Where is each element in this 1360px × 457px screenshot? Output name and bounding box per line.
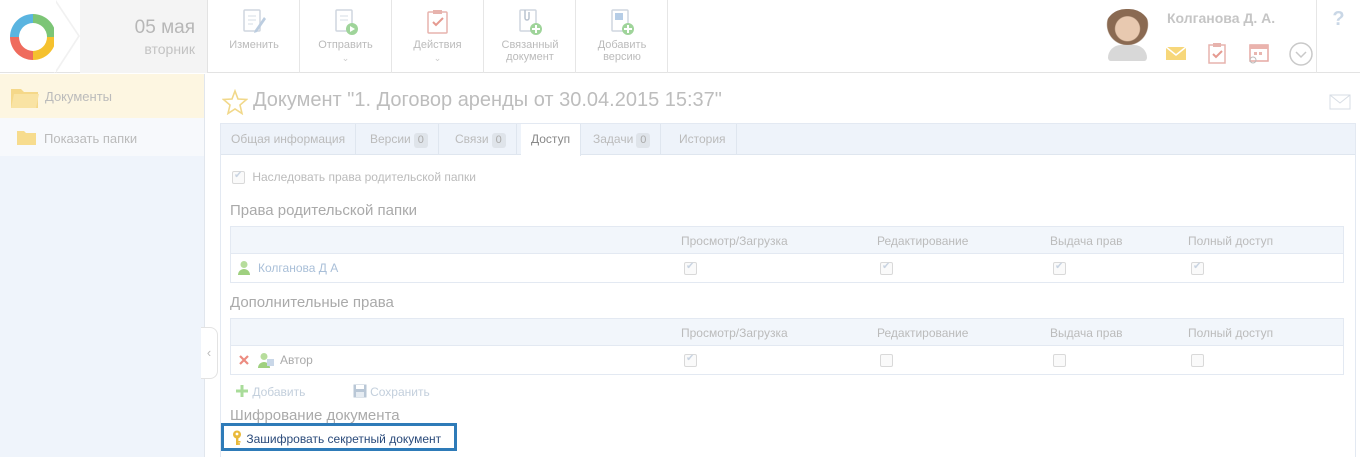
send-document-icon	[333, 8, 359, 36]
date-day: 05 мая	[134, 17, 195, 38]
sidebar-collapse-toggle[interactable]: ‹	[201, 327, 218, 379]
tab-access[interactable]: Доступ	[521, 124, 582, 156]
user-avatar[interactable]	[1104, 9, 1151, 61]
count-badge: 0	[636, 133, 651, 148]
actions-button[interactable]: Действия ⌄	[392, 0, 484, 73]
document-title: Документ "1. Договор аренды от 30.04.201…	[253, 89, 722, 111]
perm-full-checkbox	[1191, 261, 1204, 276]
column-header-full: Полный доступ	[1188, 234, 1274, 248]
column-header-edit: Редактирование	[877, 326, 969, 340]
column-header-edit: Редактирование	[877, 234, 969, 248]
role-name-cell: Автор	[280, 353, 313, 367]
perm-edit-checkbox	[880, 261, 893, 276]
tab-general[interactable]: Общая информация	[221, 124, 357, 155]
delete-icon[interactable]	[239, 355, 249, 365]
table-header: Просмотр/Загрузка Редактирование Выдача …	[231, 227, 1343, 254]
inherit-rights-option[interactable]: Наследовать права родительской папки	[232, 170, 476, 185]
column-header-view: Просмотр/Загрузка	[681, 326, 788, 340]
help-button[interactable]: ?	[1316, 0, 1360, 73]
date-weekday: вторник	[144, 41, 195, 57]
perm-grant-checkbox[interactable]	[1053, 354, 1066, 368]
add-rights-label: Добавить	[252, 385, 306, 399]
edit-button-label: Изменить	[229, 39, 279, 51]
perm-view-checkbox	[684, 261, 697, 276]
extra-rights-title: Дополнительные права	[230, 294, 394, 311]
chevron-down-circle-icon[interactable]	[1289, 42, 1313, 66]
chevron-down-icon: ⌄	[341, 53, 350, 63]
tasks-checklist-icon[interactable]	[1206, 42, 1228, 64]
parent-rights-table: Просмотр/Загрузка Редактирование Выдача …	[230, 226, 1344, 283]
perm-grant-checkbox	[1053, 261, 1066, 276]
chevron-down-icon: ⌄	[433, 53, 442, 63]
date-display: 05 мая вторник	[80, 0, 208, 73]
column-header-view: Просмотр/Загрузка	[681, 234, 788, 248]
column-header-grant: Выдача прав	[1050, 234, 1123, 248]
tab-history[interactable]: История	[669, 124, 737, 155]
sidebar-item-show-folders[interactable]: Показать папки	[0, 118, 204, 156]
tab-versions[interactable]: Версии 0	[360, 124, 439, 155]
sidebar-item-label: Документы	[45, 89, 113, 104]
save-disk-icon	[353, 384, 367, 398]
encrypt-document-label: Зашифровать секретный документ	[246, 432, 442, 446]
key-icon	[233, 430, 241, 445]
edit-document-icon	[241, 8, 267, 36]
count-badge: 0	[491, 133, 506, 148]
add-version-icon	[609, 8, 635, 36]
linked-document-button[interactable]: Связанный документ	[484, 0, 576, 73]
encryption-title: Шифрование документа	[230, 407, 400, 424]
inherit-rights-checkbox[interactable]	[232, 170, 245, 185]
user-group-icon	[258, 353, 274, 368]
inherit-rights-label: Наследовать права родительской папки	[252, 170, 476, 184]
favorite-star-icon[interactable]	[222, 89, 248, 115]
add-rights-button[interactable]: Добавить	[235, 385, 331, 399]
column-header-full: Полный доступ	[1188, 326, 1274, 340]
add-version-label: Добавить версию	[597, 39, 647, 63]
count-badge: 0	[413, 133, 428, 148]
perm-edit-checkbox[interactable]	[880, 354, 893, 368]
actions-checklist-icon	[425, 8, 451, 36]
sidebar-item-documents[interactable]: Документы	[0, 74, 204, 118]
send-mail-icon[interactable]	[1329, 94, 1351, 110]
sidebar: Документы Показать папки	[0, 74, 205, 457]
send-button-label: Отправить	[318, 39, 373, 51]
table-header: Просмотр/Загрузка Редактирование Выдача …	[231, 319, 1343, 346]
tab-links[interactable]: Связи 0	[445, 124, 517, 155]
send-button[interactable]: Отправить ⌄	[300, 0, 392, 73]
perm-full-checkbox[interactable]	[1191, 354, 1204, 368]
folder-open-icon	[11, 89, 39, 108]
table-row: Колганова Д А	[231, 254, 1343, 282]
linked-document-icon	[517, 8, 543, 36]
encrypt-document-button[interactable]: Зашифровать секретный документ	[221, 423, 457, 451]
save-rights-label: Сохранить	[370, 385, 430, 399]
rights-actions: Добавить Сохранить	[235, 384, 474, 399]
logo-ring-icon	[10, 14, 56, 60]
actions-button-label: Действия	[413, 39, 462, 51]
mail-icon[interactable]	[1165, 42, 1187, 64]
sidebar-item-label: Показать папки	[44, 131, 138, 146]
user-name-cell[interactable]: Колганова Д А	[258, 261, 338, 275]
document-tabs: Общая информация Версии 0 Связи 0 Доступ З…	[221, 124, 1355, 156]
parent-rights-title: Права родительской папки	[230, 202, 418, 219]
calendar-icon[interactable]	[1248, 42, 1270, 64]
folder-icon	[17, 131, 36, 145]
add-version-button[interactable]: Добавить версию	[576, 0, 668, 73]
user-quick-icons	[1165, 42, 1327, 66]
top-bar: 05 мая вторник Изменить Отправить ⌄ Дейс…	[0, 0, 1360, 73]
user-name[interactable]: Колганова Д. А.	[1167, 10, 1275, 26]
plus-icon	[236, 385, 248, 397]
save-rights-button[interactable]: Сохранить	[353, 384, 452, 399]
tab-tasks[interactable]: Задачи 0	[583, 124, 662, 155]
perm-view-checkbox[interactable]	[684, 353, 697, 368]
table-row: Автор	[231, 346, 1343, 374]
edit-button[interactable]: Изменить	[209, 0, 300, 73]
linked-document-label: Связанный документ	[501, 39, 559, 63]
column-header-grant: Выдача прав	[1050, 326, 1123, 340]
extra-rights-table: Просмотр/Загрузка Редактирование Выдача …	[230, 318, 1344, 375]
user-icon	[238, 261, 250, 275]
